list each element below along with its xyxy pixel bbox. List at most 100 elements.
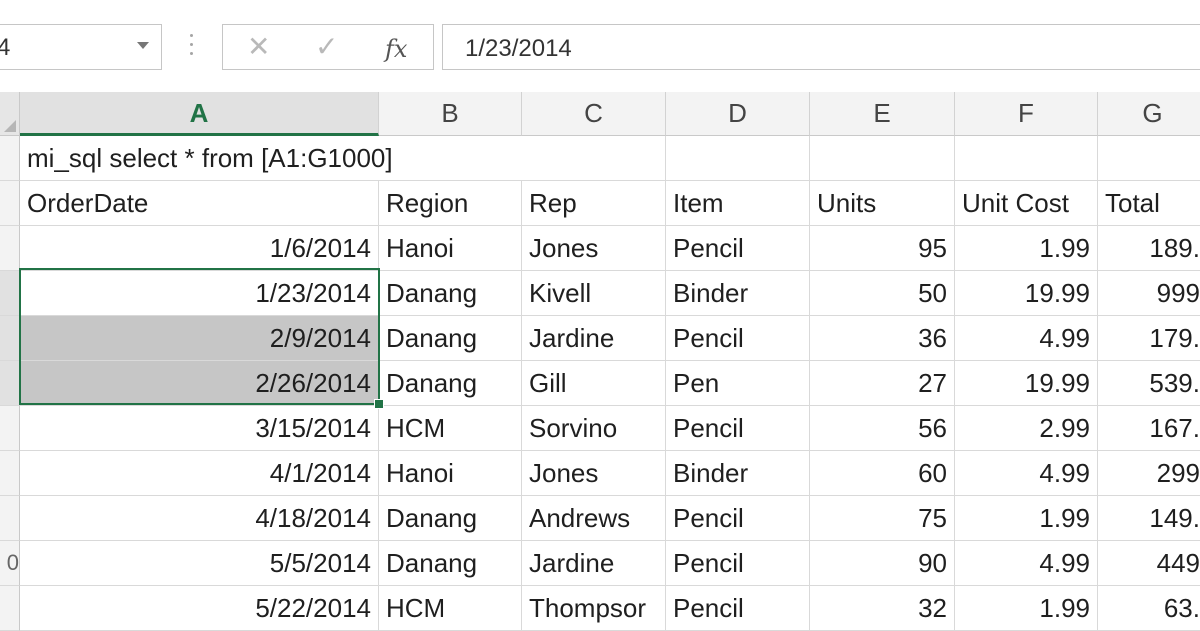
data-cell[interactable]: 999 xyxy=(1098,271,1200,316)
data-cell[interactable]: Pencil xyxy=(666,586,810,631)
data-cell[interactable]: HCM xyxy=(379,586,522,631)
data-cell[interactable]: Andrews xyxy=(522,496,666,541)
header-cell[interactable]: Unit Cost xyxy=(955,181,1098,226)
empty-cell[interactable] xyxy=(666,136,810,181)
empty-cell[interactable] xyxy=(522,136,666,181)
data-cell[interactable]: Danang xyxy=(379,316,522,361)
data-cell[interactable]: Jardine xyxy=(522,316,666,361)
data-cell[interactable]: Pencil xyxy=(666,226,810,271)
data-cell[interactable]: Kivell xyxy=(522,271,666,316)
data-cell[interactable]: 189. xyxy=(1098,226,1200,271)
data-cell[interactable]: Pen xyxy=(666,361,810,406)
data-cell[interactable]: Thompsor xyxy=(522,586,666,631)
enter-check-icon[interactable]: ✓ xyxy=(315,29,338,65)
data-cell[interactable]: 3/15/2014 xyxy=(20,406,379,451)
row-header[interactable]: 0 xyxy=(0,541,20,586)
data-cell[interactable]: Pencil xyxy=(666,541,810,586)
row-header[interactable] xyxy=(0,406,20,451)
fill-handle[interactable] xyxy=(374,399,384,409)
data-cell[interactable]: 56 xyxy=(810,406,955,451)
data-cell[interactable]: 179. xyxy=(1098,316,1200,361)
data-cell[interactable]: Danang xyxy=(379,496,522,541)
title-cell[interactable]: mi_sql select * from [A1:G1000] xyxy=(20,136,393,181)
data-cell[interactable]: Binder xyxy=(666,271,810,316)
drag-handle-icon[interactable] xyxy=(186,28,196,62)
data-cell[interactable]: 50 xyxy=(810,271,955,316)
data-cell[interactable]: Danang xyxy=(379,541,522,586)
data-cell[interactable]: HCM xyxy=(379,406,522,451)
data-cell[interactable]: Gill xyxy=(522,361,666,406)
data-cell[interactable]: 299 xyxy=(1098,451,1200,496)
data-cell[interactable]: Hanoi xyxy=(379,226,522,271)
data-cell[interactable]: 60 xyxy=(810,451,955,496)
data-cell[interactable]: 4/18/2014 xyxy=(20,496,379,541)
data-cell[interactable]: 449 xyxy=(1098,541,1200,586)
header-cell[interactable]: Item xyxy=(666,181,810,226)
row-header[interactable] xyxy=(0,271,20,316)
data-cell[interactable]: Danang xyxy=(379,271,522,316)
header-cell[interactable]: OrderDate xyxy=(20,181,379,226)
data-cell[interactable]: 167. xyxy=(1098,406,1200,451)
column-header-f[interactable]: F xyxy=(955,92,1098,136)
data-cell[interactable]: Jones xyxy=(522,451,666,496)
data-cell[interactable]: 36 xyxy=(810,316,955,361)
data-cell[interactable]: 4.99 xyxy=(955,316,1098,361)
data-cell[interactable]: Pencil xyxy=(666,406,810,451)
data-cell[interactable]: 90 xyxy=(810,541,955,586)
data-cell[interactable]: 75 xyxy=(810,496,955,541)
empty-cell[interactable] xyxy=(810,136,955,181)
column-header-e[interactable]: E xyxy=(810,92,955,136)
row-header[interactable] xyxy=(0,451,20,496)
name-box[interactable]: 4 xyxy=(0,24,162,70)
select-all-button[interactable] xyxy=(0,92,20,136)
data-cell[interactable]: 5/5/2014 xyxy=(20,541,379,586)
column-header-d[interactable]: D xyxy=(666,92,810,136)
data-cell[interactable]: Binder xyxy=(666,451,810,496)
data-cell[interactable]: Pencil xyxy=(666,316,810,361)
data-cell[interactable]: Danang xyxy=(379,361,522,406)
row-header[interactable] xyxy=(0,226,20,271)
column-header-b[interactable]: B xyxy=(379,92,522,136)
data-cell[interactable]: 1.99 xyxy=(955,496,1098,541)
data-cell[interactable]: 2.99 xyxy=(955,406,1098,451)
row-header[interactable] xyxy=(0,586,20,631)
data-cell[interactable]: 539. xyxy=(1098,361,1200,406)
data-cell[interactable]: 1.99 xyxy=(955,226,1098,271)
column-header-g[interactable]: G xyxy=(1098,92,1200,136)
data-cell[interactable]: Sorvino xyxy=(522,406,666,451)
data-cell[interactable]: Jardine xyxy=(522,541,666,586)
data-cell[interactable]: Pencil xyxy=(666,496,810,541)
empty-cell[interactable] xyxy=(1098,136,1200,181)
data-cell[interactable]: 1.99 xyxy=(955,586,1098,631)
row-header[interactable] xyxy=(0,181,20,226)
row-header[interactable] xyxy=(0,361,20,406)
row-header[interactable] xyxy=(0,136,20,181)
data-cell[interactable]: Hanoi xyxy=(379,451,522,496)
insert-function-icon[interactable]: fx xyxy=(385,31,407,67)
column-header-c[interactable]: C xyxy=(522,92,666,136)
data-cell[interactable]: 63. xyxy=(1098,586,1200,631)
data-cell[interactable]: 4.99 xyxy=(955,541,1098,586)
data-cell[interactable]: 2/26/2014 xyxy=(20,361,379,406)
data-cell[interactable]: Jones xyxy=(522,226,666,271)
data-cell[interactable]: 4.99 xyxy=(955,451,1098,496)
data-cell[interactable]: 5/22/2014 xyxy=(20,586,379,631)
data-cell[interactable]: 1/6/2014 xyxy=(20,226,379,271)
row-header[interactable] xyxy=(0,316,20,361)
empty-cell[interactable] xyxy=(955,136,1098,181)
data-cell[interactable]: 19.99 xyxy=(955,271,1098,316)
data-cell[interactable]: 19.99 xyxy=(955,361,1098,406)
data-cell[interactable]: 1/23/2014 xyxy=(20,271,379,316)
data-cell[interactable]: 32 xyxy=(810,586,955,631)
data-cell[interactable]: 149. xyxy=(1098,496,1200,541)
data-cell[interactable]: 4/1/2014 xyxy=(20,451,379,496)
formula-input[interactable]: 1/23/2014 xyxy=(442,24,1200,70)
data-cell[interactable]: 95 xyxy=(810,226,955,271)
column-header-a[interactable]: A xyxy=(20,92,379,136)
row-header[interactable] xyxy=(0,496,20,541)
empty-cell[interactable] xyxy=(379,136,522,181)
header-cell[interactable]: Region xyxy=(379,181,522,226)
header-cell[interactable]: Rep xyxy=(522,181,666,226)
chevron-down-icon[interactable] xyxy=(137,42,149,49)
cancel-icon[interactable]: ✕ xyxy=(247,29,270,65)
